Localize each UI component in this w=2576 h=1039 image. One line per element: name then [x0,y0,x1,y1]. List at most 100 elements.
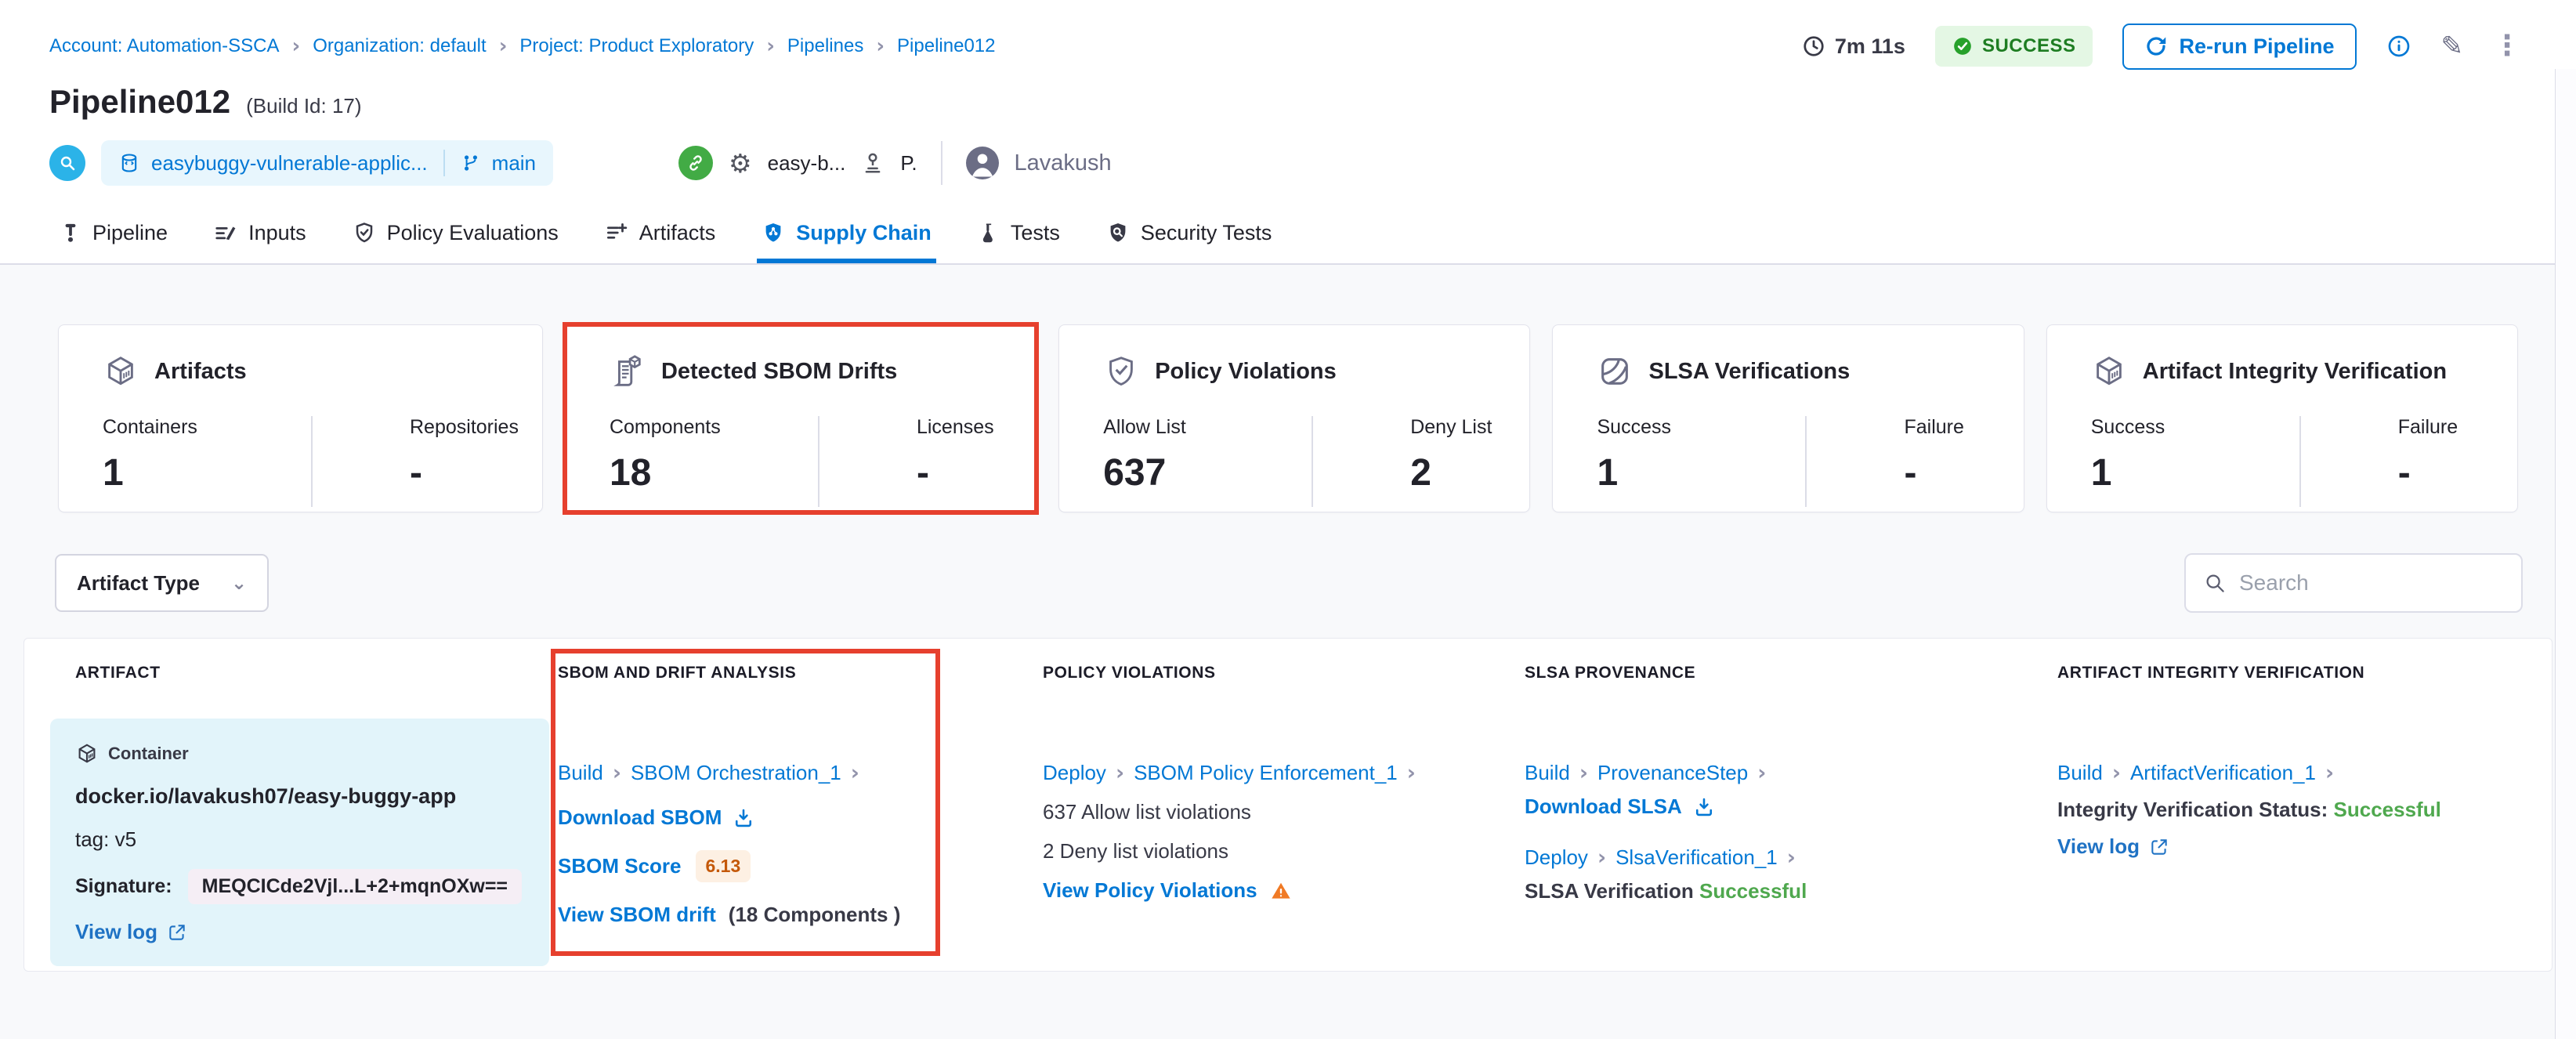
policy-violations-cell: Deploy › SBOM Policy Enforcement_1 › 637… [964,719,1450,966]
tab-policy-evaluations[interactable]: Policy Evaluations [348,207,563,263]
list-plus-icon [605,221,628,244]
warning-triangle-icon [1270,880,1292,902]
pipeline-duration: 7m 11s [1802,34,1905,59]
slsa-provenance-cell: Build › ProvenanceStep › Download SLSA [1450,719,1983,966]
gear-icon: ⚙ [729,148,752,179]
slsa-status-label: SLSA Verification [1525,879,1694,903]
column-header-sbom: SBOM AND DRIFT ANALYSIS [553,664,964,682]
chevron-right-icon: › [1407,761,1416,785]
stage-link-build[interactable]: Build [1525,761,1570,785]
divider [941,141,942,185]
stage-link-deploy[interactable]: Deploy [1043,761,1106,785]
stat-label: Allow List [1103,416,1312,439]
slsa-status-value: Successful [1699,879,1807,903]
step-link-sbom-orchestration[interactable]: SBOM Orchestration_1 [631,761,841,785]
stat-value: - [917,451,994,494]
info-icon[interactable] [2386,34,2411,59]
rerun-pipeline-button[interactable]: Re-run Pipeline [2122,24,2356,70]
view-log-link[interactable]: View log [2057,834,2552,859]
sbom-cell: Build › SBOM Orchestration_1 › Download … [553,719,964,966]
integrity-cell: Build › ArtifactVerification_1 › Integri… [1983,719,2552,966]
search-box [2184,553,2523,613]
build-id: (Build Id: 17) [246,94,361,118]
clock-icon [1802,34,1825,58]
download-sbom-link[interactable]: Download SBOM [558,805,754,830]
card-detected-sbom-drifts: Detected SBOM Drifts Components 18 Licen… [565,324,1037,512]
card-title: SLSA Verifications [1648,359,1850,385]
repo-branch-pill[interactable]: easybuggy-vulnerable-applic... main [101,140,553,186]
cube-icon [75,742,99,766]
breadcrumb-account[interactable]: Account: Automation-SSCA [49,35,279,57]
sbom-document-icon [610,353,646,389]
stat-value: 1 [103,451,311,494]
stat-value: - [410,451,519,494]
artifact-table: ARTIFACT SBOM AND DRIFT ANALYSIS POLICY … [24,638,2552,972]
tab-tests[interactable]: Tests [973,207,1065,263]
repository-icon [118,152,140,174]
step-link-provenance[interactable]: ProvenanceStep [1597,761,1748,785]
search-input[interactable] [2239,570,2504,596]
tab-supply-chain[interactable]: Supply Chain [757,207,936,263]
tab-pipeline[interactable]: Pipeline [55,207,172,263]
table-header-row: ARTIFACT SBOM AND DRIFT ANALYSIS POLICY … [24,664,2552,682]
view-log-link[interactable]: View log [75,920,526,944]
user-avatar [966,147,999,179]
column-header-artifact: ARTIFACT [24,664,553,682]
download-icon [733,807,754,829]
chevron-right-icon: › [2112,761,2121,785]
chevron-right-icon: › [1597,845,1606,870]
chevron-right-icon: › [851,761,859,785]
page-title: Pipeline012 [49,83,230,121]
edit-pencil-icon[interactable]: ✎ [2441,33,2464,60]
chevron-right-icon: › [613,761,621,785]
filter-row: Artifact Type ⌄ [55,553,2523,613]
sbom-score-link[interactable]: SBOM Score [558,854,682,878]
tab-inputs[interactable]: Inputs [209,207,311,263]
download-icon [1693,796,1715,818]
stat-value: - [1904,451,1963,494]
artifact-type-select[interactable]: Artifact Type ⌄ [55,554,269,612]
stat-label: Deny List [1410,416,1492,439]
step-link-slsa-verification[interactable]: SlsaVerification_1 [1615,845,1778,870]
supply-chain-shield-icon [762,221,785,244]
artifact-tag: tag: v5 [75,827,526,852]
step-link-sbom-policy-enforcement[interactable]: SBOM Policy Enforcement_1 [1134,761,1398,785]
scrollbar[interactable] [2555,69,2576,1039]
download-slsa-link[interactable]: Download SLSA [1525,795,1715,819]
tab-security-tests[interactable]: Security Tests [1102,207,1277,263]
refresh-icon [2144,34,2168,58]
shield-check-icon [353,221,376,244]
chevron-right-icon: › [876,34,885,58]
codebase-globe-icon [49,145,85,181]
stage-link-build[interactable]: Build [2057,761,2103,785]
step-link-artifact-verification[interactable]: ArtifactVerification_1 [2130,761,2316,785]
allow-list-violations: 637 Allow list violations [1043,800,1450,824]
trigger-stamp-icon [861,151,885,175]
summary-cards: Artifacts Containers 1 Repositories - [58,324,2518,512]
supply-chain-page: Account: Automation-SSCA › Organization:… [0,0,2576,1039]
tab-artifacts[interactable]: Artifacts [600,207,721,263]
card-title: Policy Violations [1155,359,1337,385]
stat-value: 1 [1597,451,1805,494]
breadcrumb-project[interactable]: Project: Product Exploratory [519,35,754,57]
signature-value: MEQCICde2Vjl...L+2+mqnOXw== [188,869,522,904]
breadcrumb-organization[interactable]: Organization: default [313,35,486,57]
external-link-icon [2149,837,2169,857]
breadcrumb-pipelines[interactable]: Pipelines [787,35,863,57]
kebab-menu-icon[interactable]: ⋮ [2493,32,2521,60]
cube-icon [103,353,139,389]
search-icon [2203,571,2227,595]
card-artifact-integrity: Artifact Integrity Verification Success … [2046,324,2518,512]
view-policy-violations-link[interactable]: View Policy Violations [1043,878,1257,903]
view-sbom-drift-link[interactable]: View SBOM drift [558,903,716,927]
flask-icon [978,222,1000,244]
column-header-integrity: ARTIFACT INTEGRITY VERIFICATION [1983,664,2552,682]
breadcrumb: Account: Automation-SSCA › Organization:… [49,34,995,58]
integrity-status-value: Successful [2334,798,2441,821]
stage-link-build[interactable]: Build [558,761,603,785]
chevron-right-icon: › [2325,761,2334,785]
integrity-status-label: Integrity Verification Status: [2057,798,2328,821]
trigger-label[interactable]: easy-b... [768,151,846,176]
breadcrumb-pipeline012[interactable]: Pipeline012 [897,35,995,57]
stage-link-deploy[interactable]: Deploy [1525,845,1588,870]
